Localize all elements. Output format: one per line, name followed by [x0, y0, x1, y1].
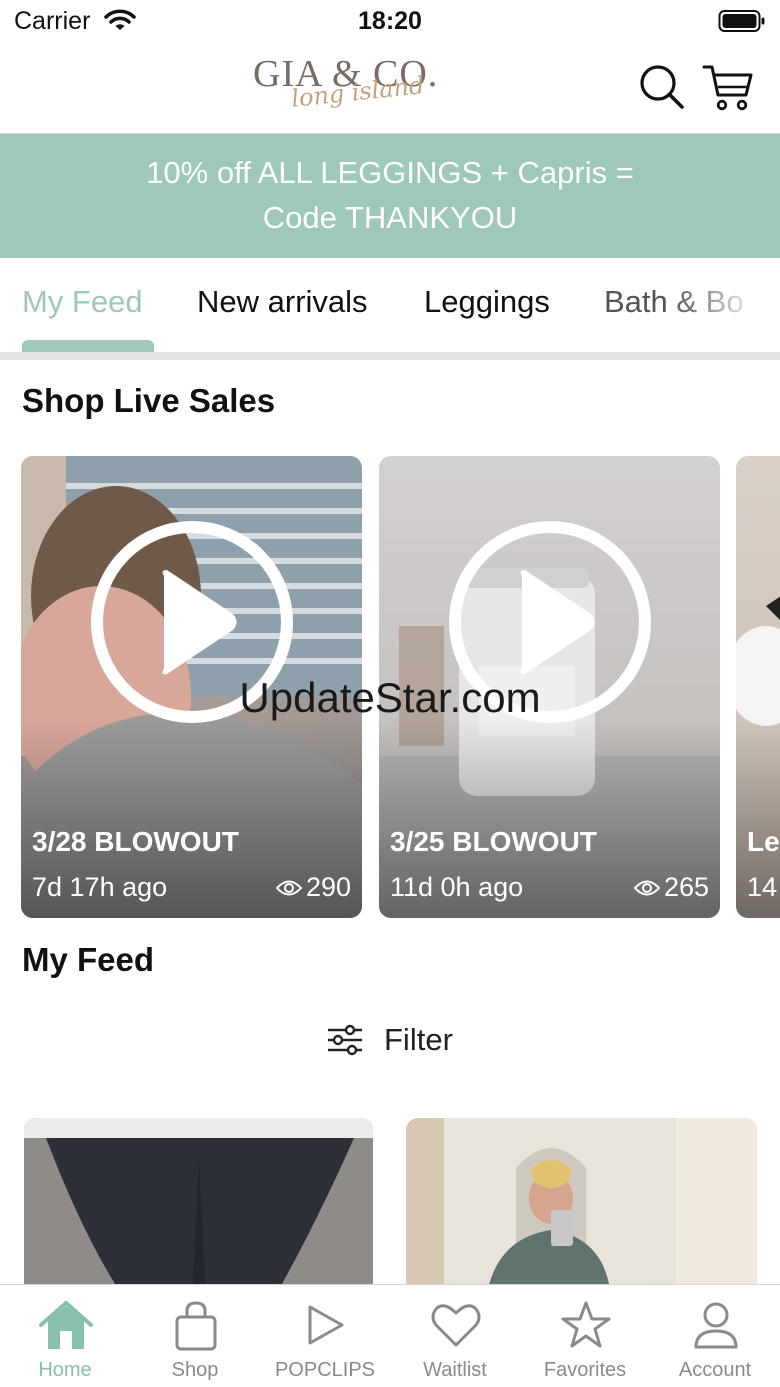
nav-account[interactable]: Account: [650, 1285, 780, 1387]
filter-button[interactable]: Filter: [326, 1020, 453, 1060]
nav-waitlist-label: Waitlist: [423, 1359, 487, 1381]
sliders-icon: [328, 1024, 362, 1056]
nav-popclips-label: POPCLIPS: [274, 1359, 376, 1381]
product-image: [406, 1118, 757, 1298]
star-icon: [561, 1301, 611, 1348]
tab-my-feed[interactable]: My Feed: [22, 284, 143, 320]
nav-favorites[interactable]: Favorites: [520, 1285, 650, 1387]
promo-banner[interactable]: 10% off ALL LEGGINGS + Capris = Code THA…: [0, 134, 780, 258]
view-count-value: 290: [305, 872, 351, 902]
live-sale-title: 3/28 BLOWOUT: [32, 826, 239, 857]
view-count: 265: [633, 872, 709, 903]
play-icon[interactable]: [88, 518, 296, 726]
search-icon[interactable]: [636, 61, 688, 113]
nav-home[interactable]: Home: [0, 1285, 130, 1387]
eye-icon: [275, 880, 302, 895]
live-sale-card[interactable]: 3/25 BLOWOUT 11d 0h ago 265: [379, 456, 720, 918]
nav-account-label: Account: [678, 1359, 752, 1381]
product-image: [24, 1118, 373, 1298]
live-sale-card[interactable]: Le 14: [736, 456, 780, 918]
live-sales-title: Shop Live Sales: [22, 382, 276, 419]
heart-icon: [431, 1304, 481, 1347]
live-sales-carousel[interactable]: 3/28 BLOWOUT 7d 17h ago 290 3/25 BLOWOUT…: [0, 456, 780, 920]
tab-leggings[interactable]: Leggings: [424, 284, 550, 320]
nav-waitlist[interactable]: Waitlist: [390, 1285, 520, 1387]
home-icon: [39, 1301, 93, 1349]
brand-logo[interactable]: GIA & CO. long island: [253, 50, 463, 126]
tabs-divider: [0, 352, 780, 360]
active-tab-indicator: [22, 340, 154, 352]
nav-popclips[interactable]: POPCLIPS: [260, 1285, 390, 1387]
nav-home-label: Home: [38, 1359, 92, 1381]
my-feed-title: My Feed: [22, 941, 155, 978]
nav-shop-label: Shop: [171, 1359, 219, 1381]
live-sale-card[interactable]: 3/28 BLOWOUT 7d 17h ago 290: [21, 456, 362, 918]
person-icon: [694, 1302, 738, 1349]
category-tabs: My Feed New arrivals Leggings Bath & Bo: [0, 258, 780, 360]
view-count-value: 265: [663, 872, 709, 902]
clock: 18:20: [358, 7, 422, 35]
nav-shop[interactable]: Shop: [130, 1285, 260, 1387]
play-icon: [308, 1305, 344, 1345]
feed-item[interactable]: [406, 1118, 757, 1298]
filter-label: Filter: [384, 1022, 453, 1057]
status-bar: Carrier 18:20: [0, 0, 780, 44]
play-icon[interactable]: [446, 518, 654, 726]
live-sale-time-ago: 7d 17h ago: [32, 872, 168, 902]
live-sale-time-ago: 11d 0h ago: [390, 872, 524, 902]
bottom-tab-bar: Home Shop POPCLIPS Waitlist Favorites Ac…: [0, 1284, 780, 1387]
tab-scroll-fade: [670, 258, 780, 352]
view-count: 290: [275, 872, 351, 903]
eye-icon: [633, 880, 660, 895]
nav-favorites-label: Favorites: [543, 1359, 627, 1381]
battery-icon: [718, 10, 765, 32]
cart-icon[interactable]: [702, 61, 754, 113]
promo-line-1: 10% off ALL LEGGINGS + Capris =: [146, 155, 634, 190]
live-sale-title: 3/25 BLOWOUT: [390, 826, 597, 857]
live-sale-title: Le: [747, 826, 780, 857]
feed-item[interactable]: [24, 1118, 373, 1298]
app-header: GIA & CO. long island: [0, 44, 780, 134]
shopping-bag-icon: [175, 1301, 217, 1351]
live-sale-time-ago: 14: [747, 872, 778, 902]
tab-new-arrivals[interactable]: New arrivals: [197, 284, 368, 320]
promo-line-2: Code THANKYOU: [262, 200, 518, 235]
